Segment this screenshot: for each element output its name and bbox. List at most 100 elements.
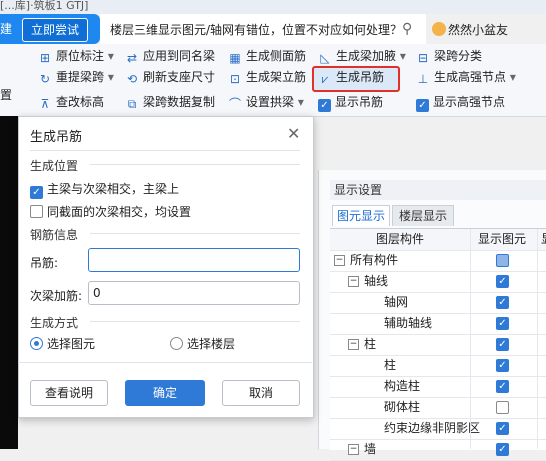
layer-name: 柱 <box>384 358 397 372</box>
ribbon-item-side-rebar[interactable]: ▦ 生成侧面筋 <box>228 47 306 65</box>
table-row[interactable] <box>330 355 546 377</box>
checkbox-checked-icon[interactable]: ✓ <box>30 186 43 199</box>
layer-name: 砌体柱 <box>384 400 421 414</box>
tab-element-display[interactable]: 图元显示 <box>332 205 390 226</box>
ribbon-item-arch[interactable]: ⌒ 设置拱梁 ▾ <box>228 93 304 111</box>
window-titlebar: [...库]·筑板1 GTJ] <box>0 0 546 14</box>
table-row[interactable] <box>330 271 546 293</box>
ribbon-item-label: 生成吊筋 <box>336 70 385 84</box>
checkbox-unchecked-icon[interactable] <box>496 401 509 414</box>
ribbon-item-apply[interactable]: ⇄ 应用到同名梁 <box>125 47 215 65</box>
opt-same-section-label: 同截面的次梁相交，均设置 <box>47 205 192 219</box>
canvas-area[interactable] <box>0 116 18 449</box>
chevron-down-icon[interactable]: ▾ <box>396 49 406 63</box>
chevron-down-icon[interactable]: ▾ <box>506 70 516 84</box>
layer-name: 所有构件 <box>350 253 399 267</box>
ribbon-item-refresh[interactable]: ⟲ 刷新支座尺寸 <box>125 68 215 86</box>
secondary-label: 次梁加筋: <box>30 289 83 303</box>
checkbox-checked-icon[interactable]: ✓ <box>496 380 509 393</box>
checkbox-unchecked-icon[interactable] <box>30 205 43 218</box>
table-row[interactable] <box>330 397 546 419</box>
tree-collapse-icon[interactable]: − <box>348 276 359 287</box>
close-icon[interactable]: ✕ <box>287 124 300 143</box>
ribbon-item-label: 梁跨数据复制 <box>143 95 216 109</box>
layer-name: 轴网 <box>384 295 409 309</box>
align-icon: ⊞ <box>39 51 51 65</box>
layer-name: 约束边缘非阴影区 <box>384 421 481 435</box>
table-row[interactable] <box>330 334 546 356</box>
window-title: [...库]·筑板1 GTJ] <box>0 0 89 12</box>
show-strong-node-toggle[interactable]: ✓ 显示高强节点 <box>416 93 506 112</box>
checkbox-checked-icon[interactable]: ✓ <box>496 317 509 330</box>
table-row[interactable] <box>330 292 546 314</box>
ribbon-item-relift[interactable]: ↻ 重提梁跨 ▾ <box>38 68 114 86</box>
opt-main-secondary[interactable]: ✓ 主梁与次梁相交，主梁上 <box>30 180 179 199</box>
radio-select-floor[interactable]: 选择楼层 <box>170 335 235 352</box>
radio-select-floor-label: 选择楼层 <box>187 337 236 351</box>
search-query[interactable]: 楼层三维显示图元/轴网有错位，位置不对应如何处理？ <box>110 21 402 38</box>
table-row[interactable] <box>330 376 546 398</box>
ribbon-item-label: 查改标高 <box>56 95 105 109</box>
checkbox-checked-icon[interactable]: ✓ <box>496 443 509 456</box>
try-now-button[interactable]: 立即尝试 <box>22 18 88 42</box>
ribbon-item-haunch[interactable]: ◺ 生成梁加腋 ▾ <box>318 47 406 65</box>
opt-main-secondary-label: 主梁与次梁相交，主梁上 <box>47 182 180 196</box>
frame-rebar-icon: ⊡ <box>229 72 241 86</box>
tree-collapse-icon[interactable]: − <box>348 339 359 350</box>
layer-name: 构造柱 <box>384 379 421 393</box>
chevron-down-icon[interactable]: ▾ <box>294 95 304 109</box>
avatar[interactable] <box>432 22 446 36</box>
show-strong-node-toggle-label: 显示高强节点 <box>433 95 506 109</box>
divider <box>18 362 312 363</box>
secondary-input[interactable] <box>88 281 300 305</box>
checkbox-checked-icon[interactable]: ✓ <box>496 422 509 435</box>
search-icon[interactable]: ⚲ <box>402 21 420 39</box>
tree-collapse-icon[interactable]: − <box>348 444 359 455</box>
radio-on-icon[interactable] <box>30 337 43 350</box>
ribbon-item-check-elev[interactable]: ⊼ 查改标高 <box>38 93 104 111</box>
ribbon-item-strong-node[interactable]: ⊥ 生成高强节点 ▾ <box>416 68 516 86</box>
checkbox-checked-icon[interactable]: ✓ <box>318 99 331 112</box>
tab-floor-display[interactable]: 楼层显示 <box>392 205 454 226</box>
ribbon-item-label: 生成侧面筋 <box>246 49 307 63</box>
checkbox-checked-icon[interactable]: ✓ <box>496 275 509 288</box>
ribbon-item-align[interactable]: ⊞ 原位标注 ▾ <box>38 47 114 65</box>
ribbon-item-copy-data[interactable]: ⧉ 梁跨数据复制 <box>125 93 215 111</box>
divider <box>90 164 300 165</box>
arch-icon: ⌒ <box>228 97 241 111</box>
section-position: 生成位置 <box>30 159 79 173</box>
radio-select-element[interactable]: 选择图元 <box>30 335 95 352</box>
column-header: 显 <box>541 229 546 249</box>
section-rebar: 钢筋信息 <box>30 228 79 242</box>
chevron-down-icon[interactable]: ▾ <box>104 49 114 63</box>
ribbon-item-label: 重提梁跨 <box>56 70 105 84</box>
help-button[interactable]: 查看说明 <box>30 380 108 406</box>
checkbox-checked-icon[interactable]: ✓ <box>496 359 509 372</box>
span-class-icon: ⊟ <box>417 51 429 65</box>
table-row[interactable] <box>330 313 546 335</box>
checkbox-checked-icon[interactable]: ✓ <box>496 296 509 309</box>
checkbox-checked-icon[interactable] <box>496 254 509 267</box>
user-name[interactable]: 然然小盆友 <box>448 21 508 38</box>
layer-name: 辅助轴线 <box>384 316 433 330</box>
ribbon-item-label: 生成高强节点 <box>434 70 507 84</box>
hanger-input[interactable] <box>88 248 300 272</box>
radio-off-icon[interactable] <box>170 337 183 350</box>
checkbox-checked-icon[interactable]: ✓ <box>496 338 509 351</box>
ribbon-item-hanger[interactable]: ⩗ 生成吊筋 <box>318 68 384 86</box>
strong-node-icon: ⊥ <box>417 72 429 86</box>
table-row[interactable] <box>330 439 546 461</box>
tree-collapse-icon[interactable]: − <box>334 255 345 266</box>
show-hanger-toggle[interactable]: ✓ 显示吊筋 <box>318 93 383 112</box>
layer-name: 墙 <box>364 442 377 456</box>
cancel-button[interactable]: 取消 <box>222 380 300 406</box>
opt-same-section[interactable]: 同截面的次梁相交，均设置 <box>30 203 191 220</box>
ribbon-item-frame-rebar[interactable]: ⊡ 生成架立筋 <box>228 68 306 86</box>
ribbon-item-label: 刷新支座尺寸 <box>143 70 216 84</box>
ok-button[interactable]: 确定 <box>125 380 205 406</box>
relift-icon: ↻ <box>39 72 51 86</box>
chevron-down-icon[interactable]: ▾ <box>104 70 114 84</box>
checkbox-checked-icon[interactable]: ✓ <box>416 99 429 112</box>
apply-icon: ⇄ <box>126 51 138 65</box>
ribbon-item-span-class[interactable]: ⊟ 梁跨分类 <box>416 47 482 65</box>
